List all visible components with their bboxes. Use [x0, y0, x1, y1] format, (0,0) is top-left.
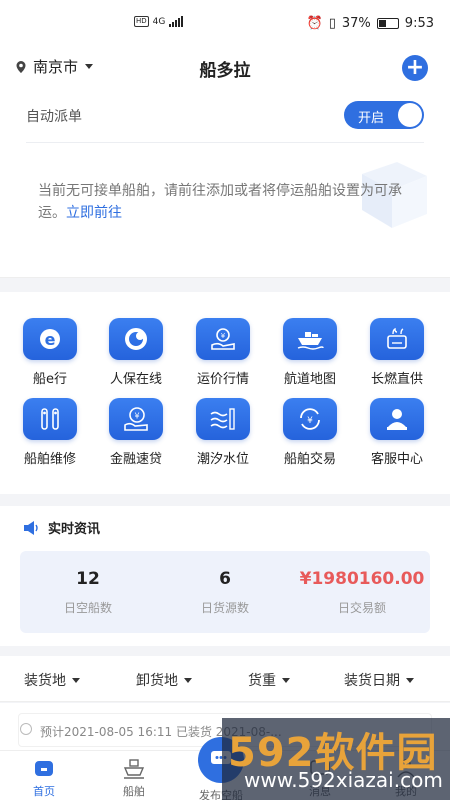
tab-home[interactable]: 首页 — [14, 757, 74, 799]
repair-icon — [23, 398, 77, 440]
filter-weight[interactable]: 货重 — [248, 670, 290, 690]
service-item-customer-service[interactable]: 客服中心 — [361, 398, 433, 467]
battery-percent: 37% — [341, 16, 371, 31]
service-label: 船舶维修 — [23, 452, 76, 467]
watermark-url: www.592xiazai.com — [244, 768, 443, 792]
service-icon — [370, 398, 424, 440]
toggle-label: 开启 — [358, 111, 385, 126]
service-label: 运价行情 — [196, 372, 249, 387]
freight-price-icon: ¥ — [196, 318, 250, 360]
ship-icon — [123, 759, 145, 779]
megaphone-icon — [24, 520, 38, 535]
alarm-icon: ⏰ — [306, 16, 323, 31]
divider — [26, 142, 424, 143]
service-label: 长燃直供 — [370, 372, 423, 387]
signal-icon — [169, 16, 184, 27]
service-item-insurance[interactable]: 人保在线 — [100, 318, 172, 387]
filter-loading-date[interactable]: 装货日期 — [344, 670, 414, 690]
chevron-down-icon — [72, 677, 80, 683]
filter-label: 卸货地 — [136, 673, 178, 689]
network-type: 4G — [152, 16, 166, 27]
news-header: 实时资讯 — [22, 518, 100, 537]
e-icon: e — [23, 318, 77, 360]
stat-label: 日空船数 — [63, 601, 112, 615]
service-label: 船e行 — [33, 372, 67, 387]
service-label: 船舶交易 — [283, 452, 336, 467]
filter-bar: 装货地 卸货地 货重 装货日期 — [0, 656, 450, 702]
svg-text:e: e — [45, 330, 56, 349]
news-title: 实时资讯 — [48, 522, 101, 537]
stat-value: ¥1980160.00 — [299, 569, 425, 589]
service-item-fuel[interactable]: 长燃直供 — [361, 318, 433, 387]
service-item-freight-price[interactable]: ¥ 运价行情 — [187, 318, 259, 387]
hd-badge: HD — [134, 16, 149, 27]
network-indicator: HD 4G — [134, 16, 184, 27]
svg-text:¥: ¥ — [134, 412, 139, 421]
tab-ships[interactable]: 船舶 — [104, 757, 164, 799]
chevron-down-icon — [406, 677, 414, 683]
auto-dispatch-label: 自动派单 — [26, 109, 82, 125]
service-label: 客服中心 — [370, 452, 423, 467]
service-label: 人保在线 — [109, 372, 162, 387]
insurance-icon — [109, 318, 163, 360]
toggle-knob — [398, 103, 422, 127]
service-item-repair[interactable]: 船舶维修 — [14, 398, 86, 467]
tab-label: 船舶 — [123, 785, 145, 798]
service-item-ship-map[interactable]: 航道地图 — [274, 318, 346, 387]
stat-label: 日交易额 — [337, 601, 386, 615]
add-button[interactable]: + — [402, 55, 428, 81]
auto-dispatch-card: 自动派单 开启 当前无可接单船舶，请前往添加或者将停运船舶设置为可承运。立即前往 — [0, 88, 450, 336]
home-icon — [35, 761, 53, 776]
svg-text:¥: ¥ — [221, 332, 226, 340]
chevron-down-icon — [184, 677, 192, 683]
service-item-tide[interactable]: 潮汐水位 — [187, 398, 259, 467]
filter-label: 货重 — [248, 673, 276, 689]
stat-cargo-sources: 6 日货源数 — [157, 569, 293, 616]
auto-dispatch-toggle[interactable]: 开启 — [344, 101, 424, 129]
service-grid: e 船e行 人保在线 ¥ 运价行情 航道地图 长燃直供 船舶维修 ¥ 金融速贷 … — [0, 292, 450, 494]
service-item-trade[interactable]: ¥ 船舶交易 — [274, 398, 346, 467]
service-item-chuanexing[interactable]: e 船e行 — [14, 318, 86, 387]
stat-value: 6 — [219, 569, 231, 589]
chevron-down-icon — [282, 677, 290, 683]
stat-label: 日货源数 — [200, 601, 249, 615]
service-label: 金融速贷 — [109, 452, 162, 467]
service-item-loan[interactable]: ¥ 金融速贷 — [100, 398, 172, 467]
tide-icon — [196, 398, 250, 440]
ship-map-icon — [283, 318, 337, 360]
vibrate-icon: ▯ — [328, 16, 336, 31]
service-label: 航道地图 — [283, 372, 336, 387]
service-label: 潮汐水位 — [196, 452, 249, 467]
filter-label: 装货地 — [24, 673, 66, 689]
clock-time: 9:53 — [404, 16, 434, 31]
fuel-icon — [370, 318, 424, 360]
stat-trade-volume: ¥1980160.00 日交易额 — [294, 569, 430, 616]
no-ship-notice: 当前无可接单船舶，请前往添加或者将停运船舶设置为可承运。立即前往 — [38, 180, 418, 224]
go-now-link[interactable]: 立即前往 — [66, 205, 122, 221]
watermark: 592软件园 www.592xiazai.com — [222, 718, 450, 800]
filter-label: 装货日期 — [344, 673, 400, 689]
page-title: 船多拉 — [199, 61, 251, 81]
stat-empty-ships: 12 日空船数 — [20, 569, 156, 616]
battery-icon — [376, 18, 399, 29]
trade-icon: ¥ — [283, 398, 337, 440]
filter-loading-place[interactable]: 装货地 — [24, 670, 80, 690]
svg-text:¥: ¥ — [307, 416, 313, 426]
stat-value: 12 — [76, 569, 100, 589]
loan-icon: ¥ — [109, 398, 163, 440]
stats-panel: 12 日空船数 6 日货源数 ¥1980160.00 日交易额 — [20, 551, 430, 633]
tab-label: 首页 — [33, 785, 55, 798]
clock-icon — [20, 723, 32, 735]
app-header: 南京市 船多拉 + — [0, 48, 450, 88]
realtime-news-section: 实时资讯 12 日空船数 6 日货源数 ¥1980160.00 日交易额 — [0, 506, 450, 646]
filter-unloading-place[interactable]: 卸货地 — [136, 670, 192, 690]
status-bar: HD 4G ⏰ ▯ 37% 9:53 — [0, 0, 450, 48]
status-right: ⏰ ▯ 37% 9:53 — [307, 16, 434, 31]
